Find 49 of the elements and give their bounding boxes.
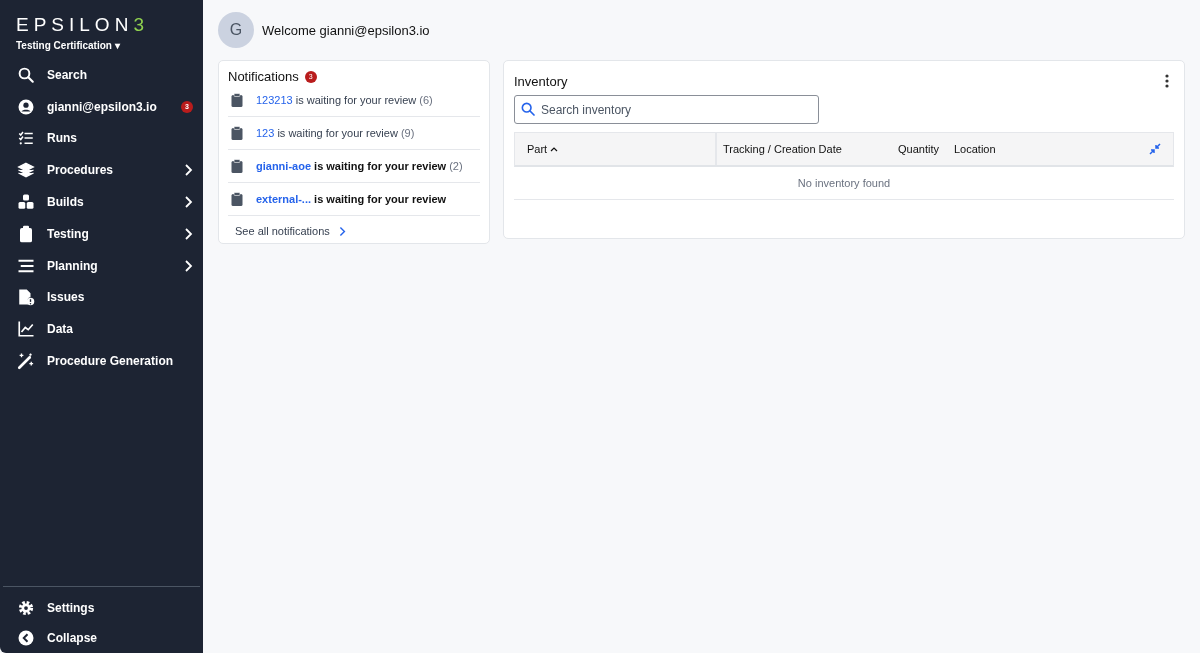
workspace-dropdown[interactable]: Testing Certification ▾ [16,40,120,51]
logo: EPSILON 3 [16,14,149,36]
avatar: G [218,12,254,48]
sidebar-item[interactable]: Planning [0,249,203,282]
chevron-right-icon [337,225,346,237]
clipboard-icon [17,224,35,243]
notification-text: gianni-aoe is waiting for your review (2) [256,160,463,172]
column-header[interactable]: Tracking / Creation Date [717,143,892,155]
card-title: Inventory [514,73,568,89]
column-header[interactable]: Quantity [892,143,948,155]
sidebar-item[interactable]: Search [0,59,203,91]
notification-text: 123 is waiting for your review (9) [256,127,415,139]
file-alert-icon [17,288,35,307]
clipboard-icon [231,159,243,173]
procedure-link[interactable]: 123213 [256,94,293,106]
notification-text: 123213 is waiting for your review (6) [256,94,433,106]
wand-icon [17,352,35,371]
procedure-link[interactable]: 123 [256,127,275,139]
clipboard-icon [231,192,243,206]
procedure-link[interactable]: external-... [256,193,312,205]
layers-icon [17,161,35,180]
notification-text: external-... is waiting for your review [256,193,447,205]
empty-message: No inventory found [514,167,1174,200]
gear-icon [17,599,35,617]
sidebar-item[interactable]: Procedure Generation [0,345,203,377]
chevron-circle-icon [17,629,35,647]
column-header[interactable]: Location [948,143,1149,155]
procedure-link[interactable]: gianni-aoe [256,160,311,172]
see-all-notifications-link[interactable]: See all notifications [235,225,346,237]
sidebar-item[interactable]: Settings [3,593,200,623]
sidebar-item[interactable]: Collapse [3,623,200,653]
search-icon [17,65,35,84]
card-title: Notifications [228,69,299,84]
sidebar-item[interactable]: Data [0,313,203,346]
chart-icon [17,320,35,339]
cubes-icon [17,193,35,212]
sidebar-item[interactable]: Runs [0,122,203,155]
search-icon [520,101,536,117]
collapse-icon[interactable] [1149,143,1161,155]
clipboard-icon [231,93,243,107]
welcome-text: Welcome gianni@epsilon3.io [262,22,430,38]
sidebar-item[interactable]: Builds [0,186,203,218]
sidebar-item[interactable]: Procedures [0,154,203,187]
sidebar-item[interactable]: Issues [0,281,203,314]
sidebar-item[interactable]: Testing [0,218,203,250]
clipboard-icon [231,126,243,140]
search-field[interactable]: Search inventory [514,95,819,124]
user-icon [17,97,35,116]
column-header[interactable]: Part [515,133,717,165]
